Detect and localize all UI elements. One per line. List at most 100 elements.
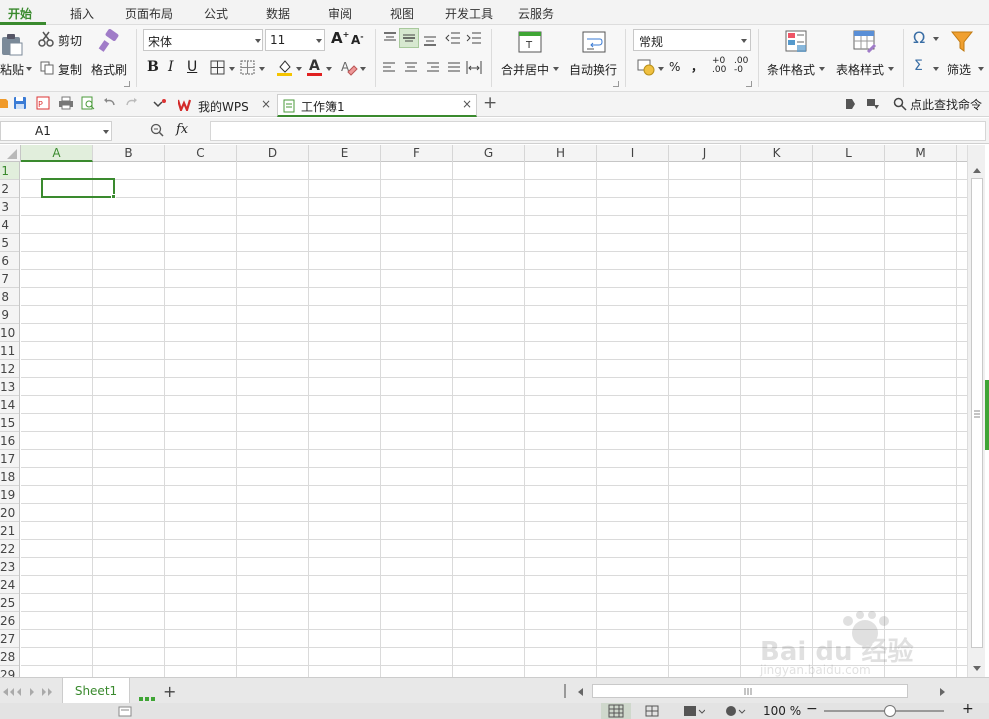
sheet-navigation-icons[interactable] <box>2 686 54 696</box>
conditional-format-button[interactable]: 条件格式 <box>767 61 815 78</box>
row-header-28[interactable]: 28 <box>0 648 19 666</box>
chevron-down-icon[interactable] <box>229 67 235 71</box>
row-header-27[interactable]: 27 <box>0 630 19 648</box>
close-icon[interactable]: × <box>462 97 472 111</box>
column-header-a[interactable]: A <box>21 145 93 162</box>
chevron-down-icon[interactable] <box>259 67 265 71</box>
collapse-ribbon-icon[interactable] <box>866 98 880 110</box>
row-header-6[interactable]: 6 <box>0 252 19 270</box>
menu-data[interactable]: 数据 <box>266 5 290 22</box>
page-layout-view-icon[interactable] <box>683 705 706 717</box>
shrink-font-icon[interactable]: A- <box>351 32 364 47</box>
chevron-down-icon[interactable] <box>360 67 366 71</box>
menu-developer[interactable]: 开发工具 <box>445 5 493 22</box>
merge-center-button[interactable]: 合并居中 <box>501 61 549 78</box>
align-left-icon[interactable] <box>382 61 396 75</box>
column-header-g[interactable]: G <box>453 145 525 162</box>
menu-page-layout[interactable]: 页面布局 <box>125 5 173 22</box>
sum-icon[interactable]: Σ <box>914 58 923 74</box>
align-center-icon[interactable] <box>404 61 418 75</box>
row-header-21[interactable]: 21 <box>0 522 19 540</box>
row-header-12[interactable]: 12 <box>0 360 19 378</box>
menu-review[interactable]: 审阅 <box>328 5 352 22</box>
zoom-slider-thumb[interactable] <box>884 705 896 717</box>
row-header-7[interactable]: 7 <box>0 270 19 288</box>
customize-toolbar-icon[interactable] <box>153 98 167 108</box>
wrap-text-button[interactable]: 自动换行 <box>569 61 617 78</box>
horizontal-scroll-thumb[interactable] <box>592 684 908 698</box>
row-header-24[interactable]: 24 <box>0 576 19 594</box>
copy-button[interactable]: 复制 <box>58 61 82 78</box>
command-search-input[interactable]: 点此查找命令 <box>910 96 982 113</box>
format-painter-button[interactable]: 格式刷 <box>91 61 127 78</box>
wrap-text-icon[interactable] <box>582 31 606 53</box>
menu-home[interactable]: 开始 <box>8 5 32 22</box>
justify-icon[interactable] <box>447 61 461 75</box>
column-header-e[interactable]: E <box>309 145 381 162</box>
table-style-icon[interactable] <box>853 30 877 54</box>
cell-area[interactable] <box>21 162 967 677</box>
align-bottom-icon[interactable] <box>423 33 437 47</box>
scroll-left-icon[interactable] <box>576 686 584 696</box>
search-icon[interactable] <box>893 97 907 111</box>
chevron-down-icon[interactable] <box>296 67 302 71</box>
select-all-button[interactable] <box>0 145 21 162</box>
page-break-view-icon[interactable] <box>645 705 659 717</box>
chevron-down-icon[interactable] <box>658 67 664 71</box>
macro-record-icon[interactable] <box>118 706 132 717</box>
column-header-k[interactable]: K <box>741 145 813 162</box>
save-icon[interactable] <box>13 96 27 110</box>
vertical-scrollbar[interactable] <box>967 145 985 677</box>
row-header-16[interactable]: 16 <box>0 432 19 450</box>
print-icon[interactable] <box>58 96 74 110</box>
conditional-format-icon[interactable] <box>785 30 809 54</box>
row-header-14[interactable]: 14 <box>0 396 19 414</box>
chevron-down-icon[interactable] <box>819 67 825 71</box>
grow-font-icon[interactable]: A+ <box>331 29 349 47</box>
column-header-j[interactable]: J <box>669 145 741 162</box>
row-header-2[interactable]: 2 <box>0 180 19 198</box>
row-header-4[interactable]: 4 <box>0 216 19 234</box>
new-tab-button[interactable]: + <box>483 93 497 113</box>
column-header-f[interactable]: F <box>381 145 453 162</box>
column-header-l[interactable]: L <box>813 145 885 162</box>
active-cell-a1[interactable] <box>41 178 115 198</box>
row-header-1[interactable]: 1 <box>0 162 19 180</box>
more-sheets-icon[interactable] <box>139 690 155 701</box>
reading-mode-icon[interactable] <box>724 705 746 717</box>
dialog-launcher-icon[interactable] <box>124 81 130 87</box>
row-header-10[interactable]: 10 <box>0 324 19 342</box>
column-header-m[interactable]: M <box>885 145 957 162</box>
format-painter-icon[interactable] <box>96 29 122 55</box>
dialog-launcher-icon[interactable] <box>613 81 619 87</box>
tab-my-wps[interactable]: 我的WPS × <box>172 94 276 117</box>
row-header-9[interactable]: 9 <box>0 306 19 324</box>
sheet-tab-sheet1[interactable]: Sheet1 <box>62 678 130 704</box>
scroll-right-icon[interactable] <box>939 686 947 696</box>
row-header-18[interactable]: 18 <box>0 468 19 486</box>
print-preview-icon[interactable] <box>81 96 95 110</box>
cell-style-icon[interactable] <box>240 60 256 76</box>
column-header-d[interactable]: D <box>237 145 309 162</box>
row-header-3[interactable]: 3 <box>0 198 19 216</box>
column-header-c[interactable]: C <box>165 145 237 162</box>
vertical-scroll-thumb[interactable] <box>971 178 983 648</box>
name-box[interactable]: A1 <box>0 121 112 141</box>
align-middle-icon[interactable] <box>399 28 419 48</box>
chevron-down-icon[interactable] <box>553 67 559 71</box>
currency-icon[interactable] <box>637 58 655 76</box>
cut-button[interactable]: 剪切 <box>58 32 82 49</box>
zoom-level[interactable]: 100 % <box>763 704 801 718</box>
row-header-8[interactable]: 8 <box>0 288 19 306</box>
row-header-17[interactable]: 17 <box>0 450 19 468</box>
increase-decimal-icon[interactable]: +0.00 <box>712 57 726 75</box>
menu-cloud[interactable]: 云服务 <box>518 5 554 22</box>
dialog-launcher-icon[interactable] <box>746 81 752 87</box>
symbol-icon[interactable]: Ω <box>913 28 925 47</box>
menu-insert[interactable]: 插入 <box>70 5 94 22</box>
font-size-select[interactable]: 11 <box>265 29 325 51</box>
row-header-15[interactable]: 15 <box>0 414 19 432</box>
scroll-down-icon[interactable] <box>972 662 982 671</box>
formula-input[interactable] <box>210 121 986 141</box>
percent-button[interactable]: % <box>669 60 680 74</box>
